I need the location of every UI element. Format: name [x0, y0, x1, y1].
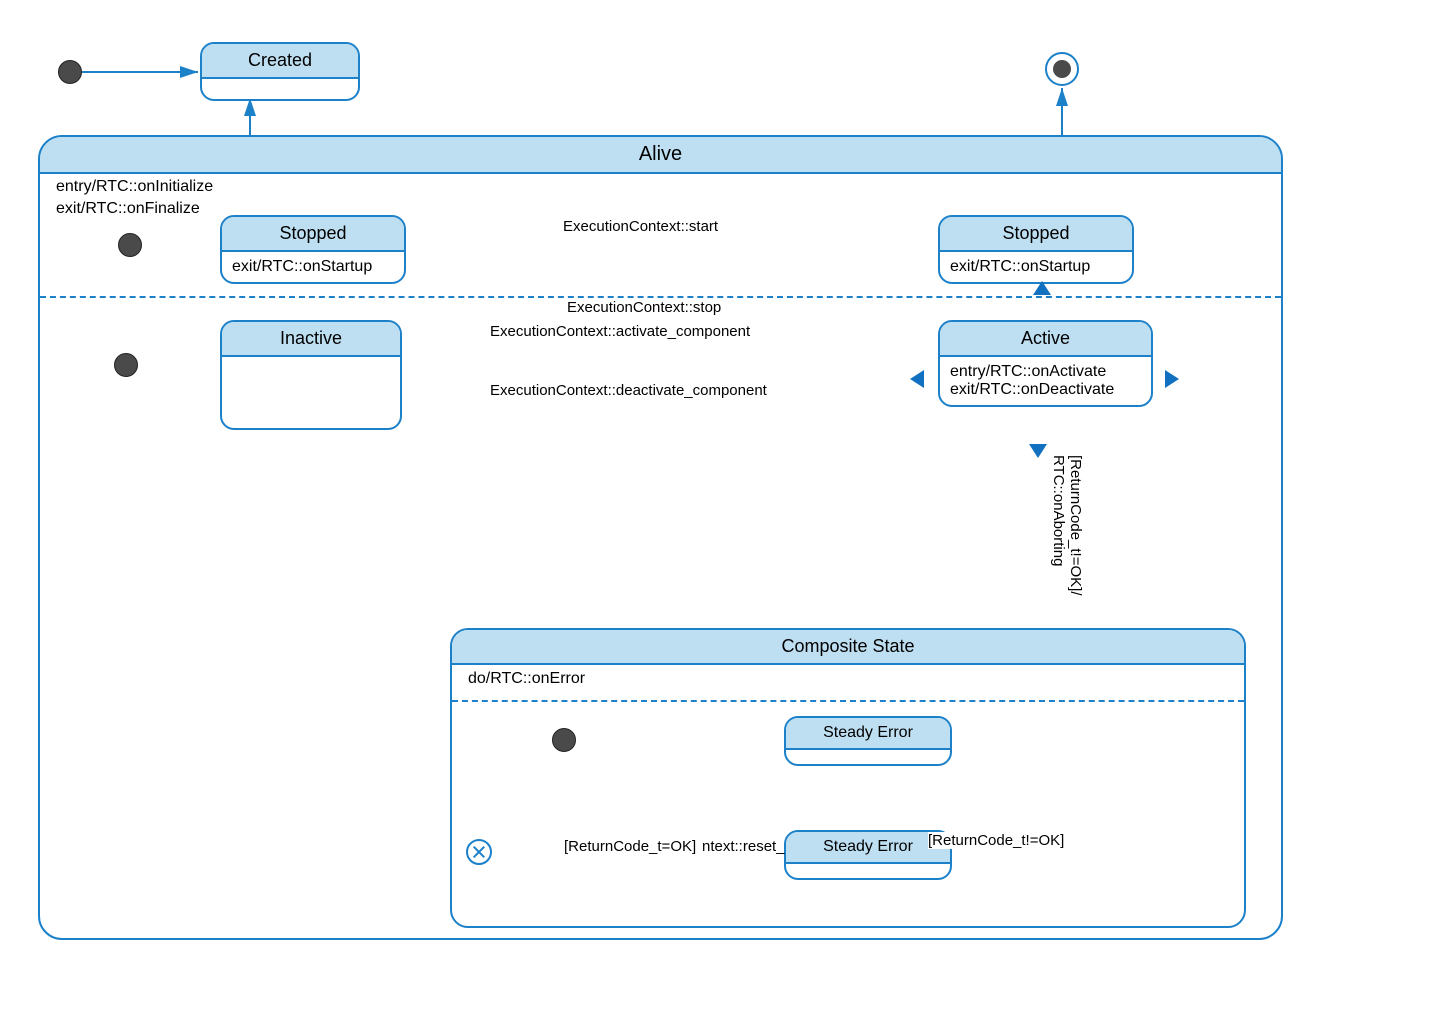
- initial-state-region2: [114, 353, 138, 377]
- transition-activate-label: ExecutionContext::activate_component: [490, 323, 750, 340]
- aborting-guard: [ReturnCode_t!=OK]/: [1067, 455, 1084, 596]
- transition-aborting-label: [ReturnCode_t!=OK]/ RTC::onAborting: [1050, 455, 1084, 596]
- state-body: exit/RTC::onStartup: [940, 252, 1132, 282]
- state-body: [786, 864, 950, 878]
- alive-exit-label: exit/RTC::onFinalize: [56, 200, 200, 218]
- state-title: Composite State: [452, 630, 1244, 665]
- state-body: entry/RTC::onActivate exit/RTC::onDeacti…: [940, 357, 1151, 405]
- state-title: Inactive: [222, 322, 400, 357]
- transition-deactivate-label: ExecutionContext::deactivate_component: [490, 382, 767, 399]
- transition-reset-evt-label: ntext::reset_: [702, 838, 785, 855]
- transition-reset-ok-label: [ReturnCode_t=OK]: [564, 838, 696, 855]
- exit-point: [466, 839, 492, 865]
- transition-retry-label: [ReturnCode_t!=OK]: [928, 832, 1064, 849]
- state-body: [786, 750, 950, 764]
- final-state-inner: [1053, 60, 1071, 78]
- transition-stop-label: ExecutionContext::stop: [565, 299, 723, 316]
- nav-next-icon[interactable]: [1165, 370, 1179, 388]
- transition-start-label: ExecutionContext::start: [563, 218, 718, 235]
- initial-state-top: [58, 60, 82, 84]
- state-body: [222, 357, 400, 417]
- state-steady-error-1: Steady Error: [784, 716, 952, 766]
- state-inactive: Inactive: [220, 320, 402, 430]
- active-exit: exit/RTC::onDeactivate: [950, 381, 1141, 399]
- state-title: Steady Error: [786, 718, 950, 750]
- active-entry: entry/RTC::onActivate: [950, 363, 1141, 381]
- composite-separator: [452, 700, 1244, 702]
- state-stopped-1: Stopped exit/RTC::onStartup: [220, 215, 406, 284]
- region-separator: [40, 296, 1281, 298]
- state-steady-error-2: Steady Error: [784, 830, 952, 880]
- state-title: Created: [202, 44, 358, 79]
- state-title: Active: [940, 322, 1151, 357]
- alive-entry-label: entry/RTC::onInitialize: [56, 178, 213, 196]
- initial-state-composite: [552, 728, 576, 752]
- state-body: [202, 79, 358, 99]
- state-title: Alive: [40, 137, 1281, 174]
- state-title: Steady Error: [786, 832, 950, 864]
- state-created: Created: [200, 42, 360, 101]
- composite-do-label: do/RTC::onError: [468, 670, 585, 688]
- state-body: exit/RTC::onStartup: [222, 252, 404, 282]
- diagram-canvas: Created Alive entry/RTC::onInitialize ex…: [0, 0, 1450, 1030]
- nav-up-icon[interactable]: [1033, 281, 1051, 295]
- nav-prev-icon[interactable]: [910, 370, 924, 388]
- state-title: Stopped: [222, 217, 404, 252]
- nav-down-icon[interactable]: [1029, 444, 1047, 458]
- state-title: Stopped: [940, 217, 1132, 252]
- aborting-action: RTC::onAborting: [1050, 455, 1067, 566]
- state-stopped-2: Stopped exit/RTC::onStartup: [938, 215, 1134, 284]
- state-active: Active entry/RTC::onActivate exit/RTC::o…: [938, 320, 1153, 407]
- initial-state-region1: [118, 233, 142, 257]
- final-state: [1045, 52, 1079, 86]
